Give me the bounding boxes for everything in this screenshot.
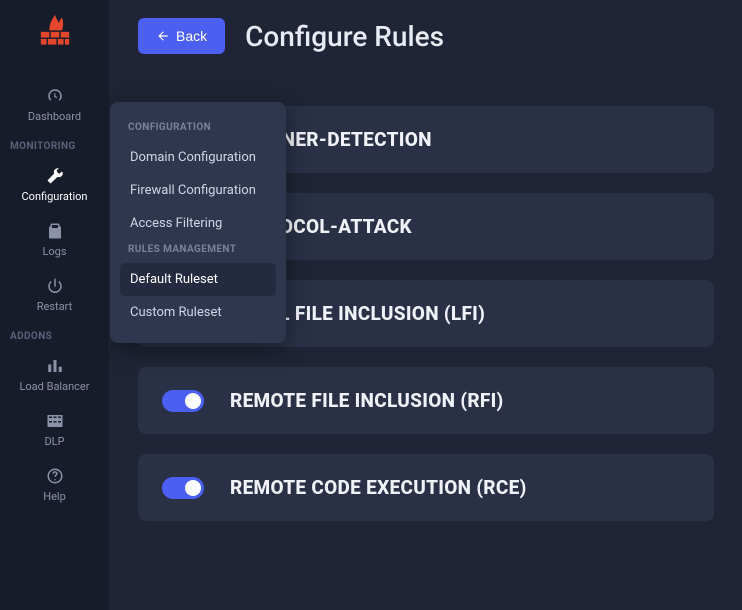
sidebar: Dashboard MONITORING Configuration Logs … [0,0,110,610]
rule-card: REMOTE CODE EXECUTION (RCE) [138,454,714,521]
arrow-left-icon [156,29,170,43]
popover-item-access-filtering[interactable]: Access Filtering [120,207,276,240]
rule-name: REMOTE FILE INCLUSION (RFI) [230,389,504,412]
rule-card: REMOTE FILE INCLUSION (RFI) [138,367,714,434]
clipboard-icon [45,221,65,241]
main-content: Back Configure Rules SCANNER-DETECTION P… [110,0,742,610]
sidebar-section-monitoring: MONITORING [0,133,109,158]
sidebar-item-label: DLP [44,435,64,448]
popover-item-firewall-configuration[interactable]: Firewall Configuration [120,174,276,207]
page-header: Back Configure Rules [138,18,714,54]
sidebar-item-logs[interactable]: Logs [0,213,109,268]
sidebar-item-label: Logs [42,245,66,258]
rule-toggle[interactable] [162,477,204,499]
sidebar-item-label: Restart [37,300,72,313]
wrench-icon [45,166,65,186]
sidebar-item-label: Configuration [22,190,88,203]
back-button[interactable]: Back [138,18,225,54]
sidebar-item-dashboard[interactable]: Dashboard [0,78,109,133]
sidebar-section-addons: ADDONS [0,323,109,348]
help-icon [45,466,65,486]
popover-item-default-ruleset[interactable]: Default Ruleset [120,263,276,296]
sidebar-item-label: Load Balancer [19,380,89,393]
back-button-label: Back [176,28,207,44]
gauge-icon [45,86,65,106]
page-title: Configure Rules [245,20,444,53]
logo-firewall-icon [38,12,72,50]
sidebar-item-configuration[interactable]: Configuration [0,158,109,213]
configuration-popover: CONFIGURATION Domain Configuration Firew… [110,102,286,343]
popover-section-configuration: CONFIGURATION [120,118,276,141]
sidebar-item-help[interactable]: Help [0,458,109,513]
power-icon [45,276,65,296]
sidebar-item-load-balancer[interactable]: Load Balancer [0,348,109,403]
rule-toggle[interactable] [162,390,204,412]
popover-item-domain-configuration[interactable]: Domain Configuration [120,141,276,174]
sidebar-item-dlp[interactable]: DLP [0,403,109,458]
sidebar-item-restart[interactable]: Restart [0,268,109,323]
popover-item-custom-ruleset[interactable]: Custom Ruleset [120,296,276,329]
bars-icon [45,356,65,376]
sidebar-item-label: Help [43,490,66,503]
sidebar-item-label: Dashboard [28,110,81,123]
grid-icon [45,411,65,431]
popover-section-rules-management: RULES MANAGEMENT [120,240,276,263]
rule-name: REMOTE CODE EXECUTION (RCE) [230,476,527,499]
